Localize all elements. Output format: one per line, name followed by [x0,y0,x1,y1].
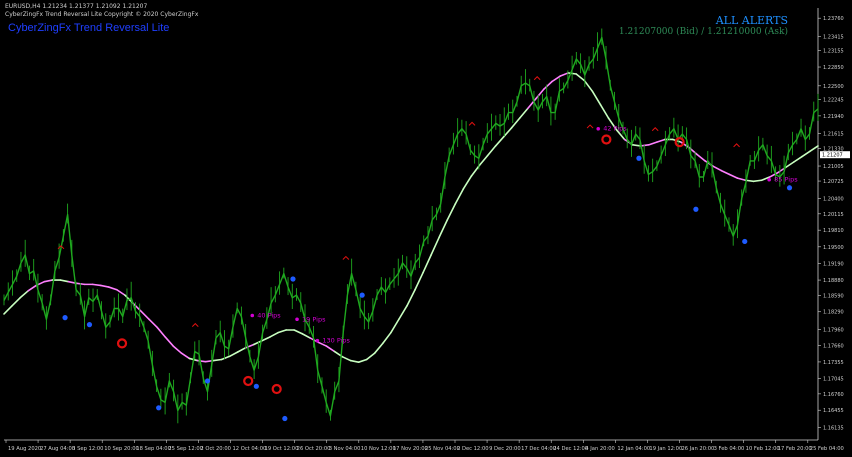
x-tick-label: 17 Dec 04:00 [521,446,556,452]
y-tick-label: 1.20115 [823,212,844,218]
pip-label: 42 Pips [603,125,627,133]
y-tick-label: 1.17355 [823,360,844,366]
buy-signal-icon [156,405,162,411]
x-tick-label: 3 Feb 04:00 [714,446,745,452]
pip-marker-icon [315,338,320,343]
y-tick-label: 1.17660 [823,344,844,350]
y-tick-label: 1.21005 [823,164,844,170]
y-tick-label: 1.16455 [823,408,844,414]
buy-signal-icon [204,378,211,384]
x-tick-label: 2 Oct 20:00 [200,446,231,452]
y-tick-label: 1.20400 [823,197,844,203]
y-tick-label: 1.23155 [823,49,844,55]
y-tick-label: 1.23415 [823,35,844,41]
y-tick-label: 1.17045 [823,377,844,383]
y-tick-label: 1.18590 [823,294,844,300]
x-tick-label: 3 Sep 12:00 [72,446,103,452]
pip-marker-icon [295,317,299,322]
y-tick-label: 1.22245 [823,97,844,103]
x-tick-label: 26 Jan 20:00 [682,446,715,452]
x-tick-label: 12 Jan 04:00 [617,446,650,452]
buy-signal-icon [693,206,699,212]
ma-segment [91,283,102,287]
y-tick-label: 1.18290 [823,310,844,316]
x-tick-label: 9 Dec 20:00 [489,446,521,452]
y-tick-label: 1.22850 [823,65,844,71]
x-tick-label: 24 Dec 12:00 [553,446,588,452]
x-tick-label: 25 Sep 12:00 [168,446,203,452]
x-tick-label: 19 Aug 2020 [8,446,41,452]
x-tick-label: 3 Nov 04:00 [329,446,361,452]
ma-segment [639,144,650,147]
y-tick-label: 1.16760 [823,392,844,398]
x-tick-label: 10 Nov 12:00 [361,446,396,452]
pip-label: 40 Pips [257,311,281,319]
buy-signal-icon [282,415,288,422]
x-tick-label: 18 Sep 04:00 [136,446,171,452]
y-tick-label: 1.21940 [823,114,844,120]
ma-segment [212,358,223,362]
copyright-line: CyberZingFx Trend Reversal Lite Copyrigh… [5,11,199,18]
y-tick-label: 1.22500 [823,84,844,90]
x-tick-label: 19 Oct 12:00 [265,446,299,452]
buy-signal-icon [253,383,259,389]
buy-signal-icon [786,185,793,191]
x-tick-label: 25 Nov 04:00 [425,446,460,452]
ma-segment [631,144,642,147]
y-tick-label: 1.19500 [823,245,844,251]
x-tick-label: 10 Sep 20:00 [104,446,139,452]
y-tick-label: 1.19190 [823,261,844,267]
buy-signal-icon [636,155,642,161]
buy-signal-icon [290,276,296,282]
alerts-panel: ALL ALERTS 1.21207000 (Bid) / 1.21210000… [619,14,788,37]
buy-signal-icon [86,322,93,328]
price-chart[interactable]: 1.23760 1.23415 1.23155 1.22850 1.22500 1.222… [0,0,852,457]
x-tick-label: 25 Feb 04:00 [810,446,844,452]
pip-label: 85 Pips [774,176,798,184]
x-tick-label: 12 Oct 04:00 [233,446,267,452]
symbol-info: EURUSD,H4 1.21234 1.21377 1.21092 1.2120… [5,3,148,10]
y-tick-label: 1.17960 [823,327,844,333]
chart-background [0,0,852,457]
x-tick-label: 17 Nov 20:00 [393,446,428,452]
buy-signal-icon [359,292,365,298]
x-tick-label: 17 Feb 20:00 [778,446,812,452]
x-tick-label: 4 Jan 20:00 [585,446,615,452]
y-tick-label: 1.16135 [823,425,844,431]
alerts-title: ALL ALERTS [715,14,788,27]
y-tick-label: 1.18880 [823,278,844,284]
ma-segment [752,179,763,183]
y-tick-label: 1.20725 [823,179,844,185]
pip-marker-icon [767,177,771,182]
x-tick-label: 2 Dec 12:00 [457,446,489,452]
x-tick-label: 27 Aug 04:00 [40,446,75,452]
pip-label: 130 Pips [322,337,350,345]
pip-marker-icon [250,313,255,318]
current-price-label: 1.21207 [822,153,843,159]
buy-signal-icon [742,238,748,245]
buy-signal-icon [62,315,68,321]
x-tick-label: 26 Oct 20:00 [297,446,331,452]
y-tick-label: 1.23760 [823,16,844,22]
y-tick-label: 1.21615 [823,131,844,137]
indicator-title: CyberZingFx Trend Reversal Lite [8,22,170,34]
pip-label: 19 Pips [302,315,326,323]
alerts-prices: 1.21207000 (Bid) / 1.21210000 (Ask) [618,27,788,37]
x-tick-label: 19 Jan 12:00 [649,446,682,452]
pip-marker-icon [596,126,601,131]
x-tick-label: 10 Feb 12:00 [746,446,780,452]
y-tick-label: 1.19810 [823,228,844,234]
